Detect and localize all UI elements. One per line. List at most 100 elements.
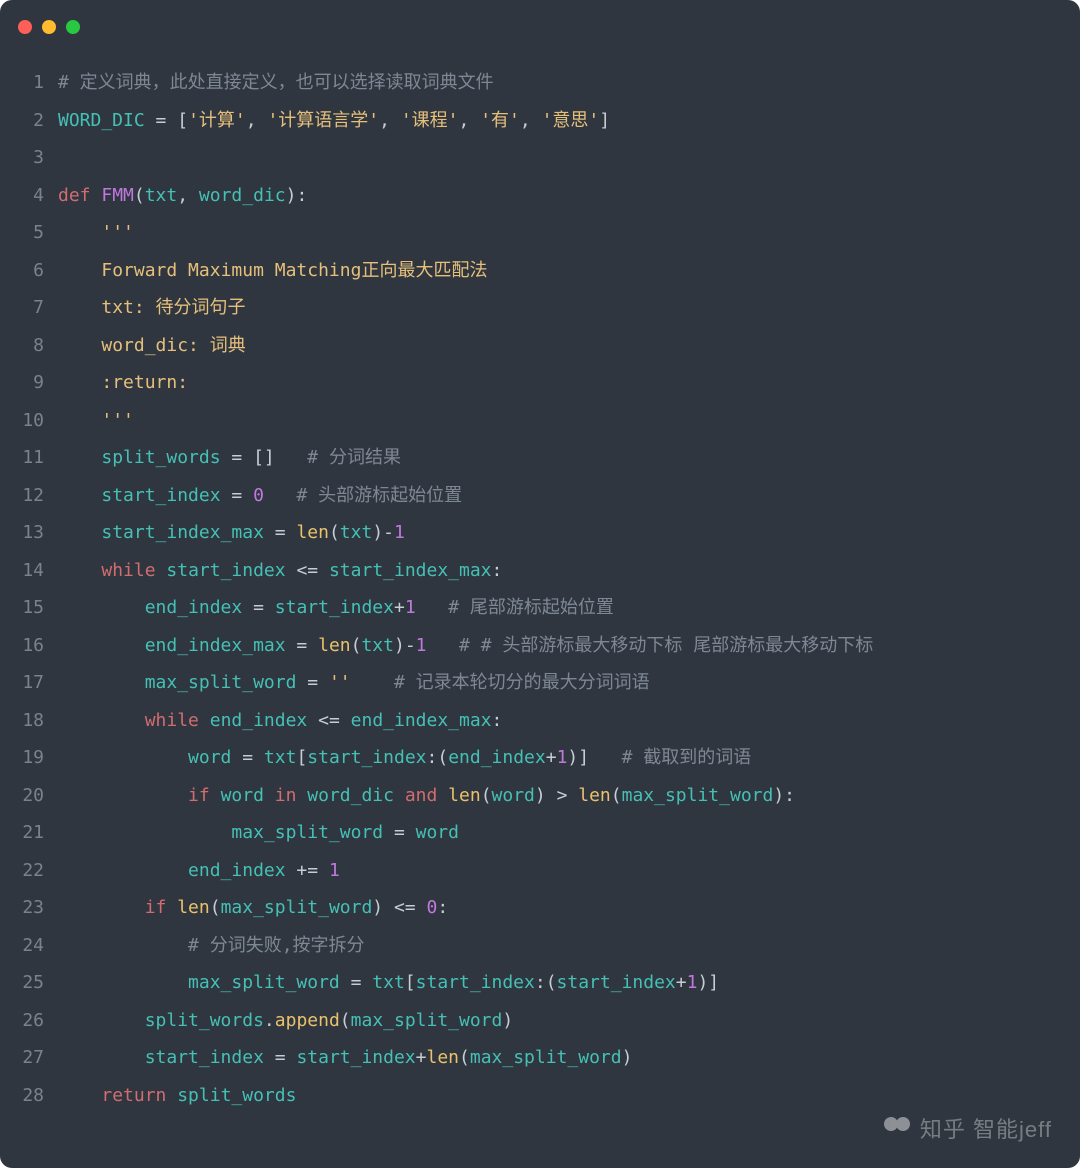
watermark-text: 知乎 智能jeff bbox=[920, 1112, 1052, 1144]
token-op: <= bbox=[286, 560, 329, 581]
line-number: 21 bbox=[0, 814, 58, 852]
line-number: 5 bbox=[0, 214, 58, 252]
token-op bbox=[58, 860, 188, 881]
token-kw: def bbox=[58, 185, 101, 206]
token-str: ''' bbox=[101, 410, 134, 431]
line-number: 15 bbox=[0, 589, 58, 627]
token-op: = bbox=[221, 485, 254, 506]
token-op: = bbox=[231, 747, 264, 768]
token-op: , bbox=[520, 110, 542, 131]
close-icon[interactable] bbox=[18, 20, 32, 34]
token-var: end_index bbox=[448, 747, 546, 768]
token-op: ( bbox=[210, 897, 221, 918]
line-content: end_index += 1 bbox=[58, 852, 1080, 890]
token-var: start_index bbox=[296, 1047, 415, 1068]
token-num: 1 bbox=[405, 597, 416, 618]
token-call: append bbox=[275, 1010, 340, 1031]
code-line: 11 split_words = [] # 分词结果 bbox=[0, 439, 1080, 477]
token-op bbox=[58, 635, 145, 656]
code-line: 7 txt: 待分词句子 bbox=[0, 289, 1080, 327]
code-line: 2WORD_DIC = ['计算', '计算语言学', '课程', '有', '… bbox=[0, 102, 1080, 140]
code-line: 24 # 分词失败,按字拆分 bbox=[0, 927, 1080, 965]
token-op: )- bbox=[394, 635, 416, 656]
token-num: 1 bbox=[557, 747, 568, 768]
token-op bbox=[58, 597, 145, 618]
code-line: 16 end_index_max = len(txt)-1 # # 头部游标最大… bbox=[0, 627, 1080, 665]
token-var: word_dic bbox=[199, 185, 286, 206]
line-number: 28 bbox=[0, 1077, 58, 1115]
code-line: 26 split_words.append(max_split_word) bbox=[0, 1002, 1080, 1040]
line-number: 13 bbox=[0, 514, 58, 552]
token-op bbox=[58, 297, 101, 318]
line-content: # 定义词典，此处直接定义，也可以选择读取词典文件 bbox=[58, 64, 1080, 102]
token-op: , bbox=[379, 110, 401, 131]
token-op: = bbox=[340, 972, 373, 993]
code-line: 8 word_dic: 词典 bbox=[0, 327, 1080, 365]
token-cmt: # 记录本轮切分的最大分词词语 bbox=[394, 672, 650, 693]
token-op: : bbox=[492, 560, 503, 581]
token-str: '计算' bbox=[188, 110, 246, 131]
token-str: '计算语言学' bbox=[267, 110, 379, 131]
code-line: 9 :return: bbox=[0, 364, 1080, 402]
code-line: 5 ''' bbox=[0, 214, 1080, 252]
line-content: def FMM(txt, word_dic): bbox=[58, 177, 1080, 215]
line-content: end_index = start_index+1 # 尾部游标起始位置 bbox=[58, 589, 1080, 627]
token-kw: return bbox=[101, 1085, 177, 1106]
code-line: 12 start_index = 0 # 头部游标起始位置 bbox=[0, 477, 1080, 515]
token-op: . bbox=[264, 1010, 275, 1031]
token-var: start_index bbox=[101, 485, 220, 506]
code-line: 18 while end_index <= end_index_max: bbox=[0, 702, 1080, 740]
code-line: 17 max_split_word = '' # 记录本轮切分的最大分词词语 bbox=[0, 664, 1080, 702]
line-content: start_index = start_index+len(max_split_… bbox=[58, 1039, 1080, 1077]
token-var: txt bbox=[264, 747, 297, 768]
token-op: ( bbox=[134, 185, 145, 206]
token-op: ] bbox=[599, 110, 610, 131]
token-op: ( bbox=[481, 785, 492, 806]
token-op: ): bbox=[286, 185, 308, 206]
token-op bbox=[58, 447, 101, 468]
token-op: = [ bbox=[145, 110, 188, 131]
line-number: 2 bbox=[0, 102, 58, 140]
zoom-icon[interactable] bbox=[66, 20, 80, 34]
token-op: :( bbox=[427, 747, 449, 768]
token-call: len bbox=[578, 785, 611, 806]
token-op: ( bbox=[351, 635, 362, 656]
token-var: WORD_DIC bbox=[58, 110, 145, 131]
line-content: word_dic: 词典 bbox=[58, 327, 1080, 365]
token-cmt: # # 头部游标最大移动下标 尾部游标最大移动下标 bbox=[459, 635, 873, 656]
code-line: 25 max_split_word = txt[start_index:(sta… bbox=[0, 964, 1080, 1002]
token-op: ( bbox=[329, 522, 340, 543]
code-line: 23 if len(max_split_word) <= 0: bbox=[0, 889, 1080, 927]
line-content: ''' bbox=[58, 214, 1080, 252]
minimize-icon[interactable] bbox=[42, 20, 56, 34]
code-line: 28 return split_words bbox=[0, 1077, 1080, 1115]
token-var: txt bbox=[361, 635, 394, 656]
token-op: += bbox=[286, 860, 329, 881]
token-op: = bbox=[242, 597, 275, 618]
line-number: 6 bbox=[0, 252, 58, 290]
token-op bbox=[58, 485, 101, 506]
line-content: ''' bbox=[58, 402, 1080, 440]
line-content: start_index = 0 # 头部游标起始位置 bbox=[58, 477, 1080, 515]
token-kw: in bbox=[264, 785, 307, 806]
token-op bbox=[58, 747, 188, 768]
line-content: if len(max_split_word) <= 0: bbox=[58, 889, 1080, 927]
token-op: : bbox=[437, 897, 448, 918]
token-var: max_split_word bbox=[188, 972, 340, 993]
token-var: max_split_word bbox=[470, 1047, 622, 1068]
code-line: 6 Forward Maximum Matching正向最大匹配法 bbox=[0, 252, 1080, 290]
token-op bbox=[58, 372, 101, 393]
token-str: '有' bbox=[480, 110, 520, 131]
token-num: 1 bbox=[394, 522, 405, 543]
code-line: 13 start_index_max = len(txt)-1 bbox=[0, 514, 1080, 552]
code-line: 22 end_index += 1 bbox=[0, 852, 1080, 890]
token-op bbox=[58, 1085, 101, 1106]
token-str: '意思' bbox=[542, 110, 600, 131]
line-number: 9 bbox=[0, 364, 58, 402]
token-op: [ bbox=[296, 747, 307, 768]
titlebar bbox=[0, 0, 1080, 40]
line-content: # 分词失败,按字拆分 bbox=[58, 927, 1080, 965]
token-num: 1 bbox=[416, 635, 427, 656]
token-var: split_words bbox=[177, 1085, 296, 1106]
token-cmt: # 尾部游标起始位置 bbox=[448, 597, 614, 618]
